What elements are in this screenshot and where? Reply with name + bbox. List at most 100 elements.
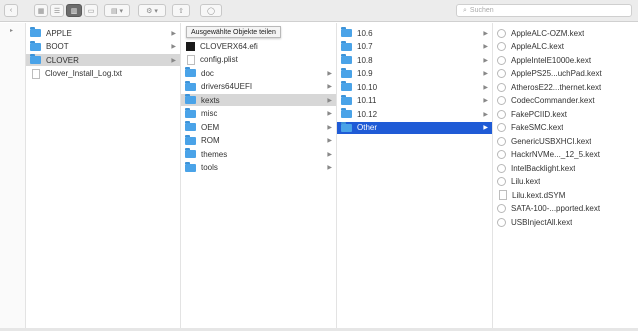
kext-icon — [497, 163, 506, 173]
disclosure-arrow-icon: ▶ — [483, 57, 488, 64]
file-row[interactable]: IntelBacklight.kext — [493, 162, 638, 174]
list-item[interactable]: 10.9 ▶ — [337, 67, 492, 80]
file-row[interactable]: AppleIntelE1000e.kext — [493, 54, 638, 66]
tags-button[interactable]: ◯ — [200, 4, 222, 17]
folder-icon — [341, 81, 352, 91]
file-row[interactable]: AtherosE22...thernet.kext — [493, 81, 638, 93]
disclosure-arrow-icon: ▶ — [483, 98, 488, 104]
list-item[interactable]: Other ▶ — [337, 121, 492, 134]
kext-icon — [497, 123, 506, 132]
disclosure-arrow-icon: ▶ — [483, 71, 488, 77]
item-label: OEM — [201, 122, 220, 132]
column-view-button[interactable]: ▥ — [66, 4, 82, 17]
disclosure-arrow-icon: ▶ — [483, 30, 488, 37]
gallery-view-button[interactable]: ▭ — [84, 4, 98, 17]
item-label: tools — [201, 163, 218, 172]
item-label: CLOVER — [46, 55, 79, 65]
list-item[interactable]: CLOVERX64.efi — [181, 40, 336, 52]
item-label: 10.12 — [357, 109, 378, 119]
list-item[interactable]: 10.10 ▶ — [337, 81, 492, 93]
file-row[interactable]: FakeSMC.kext — [493, 122, 638, 134]
item-label: SATA-100-...pported.kext — [511, 204, 601, 213]
column-2[interactable]: CLOVERX64.efi config.plist doc ▶ drivers64UE… — [181, 23, 337, 328]
list-item[interactable]: drivers64UEFI ▶ — [181, 80, 336, 93]
kext-icon — [497, 204, 506, 213]
folder-icon — [341, 94, 352, 105]
disclosure-arrow-icon: ▶ — [483, 111, 488, 118]
icon-view-button[interactable]: ▦ — [34, 4, 48, 17]
column-1[interactable]: APPLE ▶ BOOT ▶ CLOVER ▶ Clover_Install_Log.txt — [26, 23, 181, 328]
file-row[interactable]: AppleALC-OZM.kext — [493, 27, 638, 39]
list-item[interactable]: doc ▶ — [181, 67, 336, 79]
share-button[interactable]: ⇧ — [172, 4, 190, 17]
list-view-button[interactable]: ☰ — [50, 4, 64, 17]
file-row[interactable]: GenericUSBXHCI.kext — [493, 135, 638, 147]
list-item[interactable]: 10.11 ▶ — [337, 94, 492, 107]
item-label: Clover_Install_Log.txt — [45, 69, 122, 78]
disclosure-arrow-icon: ▶ — [327, 124, 332, 131]
file-row[interactable]: Lilu.kext — [493, 176, 638, 188]
item-label: ROM — [201, 136, 220, 145]
folder-icon — [185, 148, 196, 158]
disclosure-arrow-icon: ▶ — [171, 30, 176, 37]
column-3[interactable]: 10.6 ▶ 10.7 ▶ 10.8 ▶ 10.9 ▶ 10.10 ▶ 10.11 ▶ 10.12 ▶ Ot… — [337, 23, 493, 328]
item-label: AppleALC.kext — [511, 42, 564, 51]
document-icon — [187, 54, 195, 65]
file-row[interactable]: USBInjectAll.kext — [493, 216, 638, 228]
kext-icon — [497, 69, 506, 78]
list-item[interactable]: kexts ▶ — [181, 94, 336, 106]
column-4[interactable]: AppleALC-OZM.kext AppleALC.kext AppleIntel… — [493, 23, 638, 328]
list-item[interactable]: themes ▶ — [181, 148, 336, 160]
file-row[interactable]: CodecCommander.kext — [493, 95, 638, 107]
kext-icon — [497, 82, 506, 92]
list-item[interactable]: config.plist — [181, 54, 336, 66]
list-item[interactable]: misc ▶ — [181, 107, 336, 120]
kext-icon — [497, 109, 506, 119]
list-item[interactable]: 10.7 ▶ — [337, 40, 492, 53]
disclosure-arrow-icon: ▶ — [327, 151, 332, 158]
back-button[interactable]: ‹ — [4, 4, 18, 17]
search-field[interactable]: ⌕ Suchen — [456, 4, 632, 17]
group-menu-button[interactable]: ▤ ▾ — [104, 4, 130, 17]
item-label: AppleALC-OZM.kext — [511, 28, 585, 38]
disclosure-arrow-icon: ▶ — [171, 44, 176, 50]
item-label: USBInjectAll.kext — [511, 217, 573, 227]
toolbar: ‹ ▦ ☰ ▥ ▭ ▤ ▾ ⚙ ▾ ⇧ ◯ ⌕ Suchen — [0, 0, 638, 22]
kext-icon — [497, 55, 506, 65]
item-label: HackrNVMe..._12_5.kext — [511, 150, 600, 159]
folder-icon — [30, 40, 41, 51]
folder-icon — [185, 67, 196, 77]
folder-icon — [341, 27, 352, 37]
document-icon — [499, 190, 507, 200]
item-label: 10.11 — [357, 96, 377, 105]
file-row[interactable]: SATA-100-...pported.kext — [493, 203, 638, 215]
folder-icon — [185, 107, 196, 118]
list-item[interactable]: ROM ▶ — [181, 134, 336, 147]
file-row[interactable]: HackrNVMe..._12_5.kext — [493, 149, 638, 161]
list-item[interactable]: CLOVER ▶ — [26, 54, 180, 66]
file-row[interactable]: Lilu.kext.dSYM — [493, 189, 638, 201]
file-row[interactable]: FakePCIID.kext — [493, 108, 638, 120]
item-label: Lilu.kext — [511, 177, 541, 186]
list-item[interactable]: OEM ▶ — [181, 121, 336, 133]
list-item[interactable]: APPLE ▶ — [26, 27, 180, 39]
list-item[interactable]: 10.12 ▶ — [337, 108, 492, 120]
item-label: GenericUSBXHCI.kext — [511, 136, 592, 146]
list-item[interactable]: tools ▶ — [181, 161, 336, 174]
item-label: config.plist — [200, 55, 238, 64]
list-item[interactable]: Clover_Install_Log.txt — [26, 68, 180, 80]
file-row[interactable]: AppleALC.kext — [493, 41, 638, 53]
item-label: Other — [357, 123, 378, 132]
kext-icon — [497, 42, 506, 51]
action-menu-button[interactable]: ⚙ ▾ — [138, 4, 166, 17]
list-item[interactable]: 10.6 ▶ — [337, 27, 492, 39]
list-item[interactable]: BOOT ▶ — [26, 40, 180, 53]
item-label: themes — [201, 149, 228, 159]
document-icon — [32, 68, 40, 79]
file-row[interactable]: ApplePS25...uchPad.kext — [493, 68, 638, 80]
chevron-right-icon: ▸ — [10, 28, 14, 34]
list-item[interactable]: 10.8 ▶ — [337, 54, 492, 66]
item-label: 10.6 — [357, 28, 373, 38]
search-placeholder: Suchen — [469, 7, 494, 14]
item-label: 10.10 — [357, 82, 378, 92]
